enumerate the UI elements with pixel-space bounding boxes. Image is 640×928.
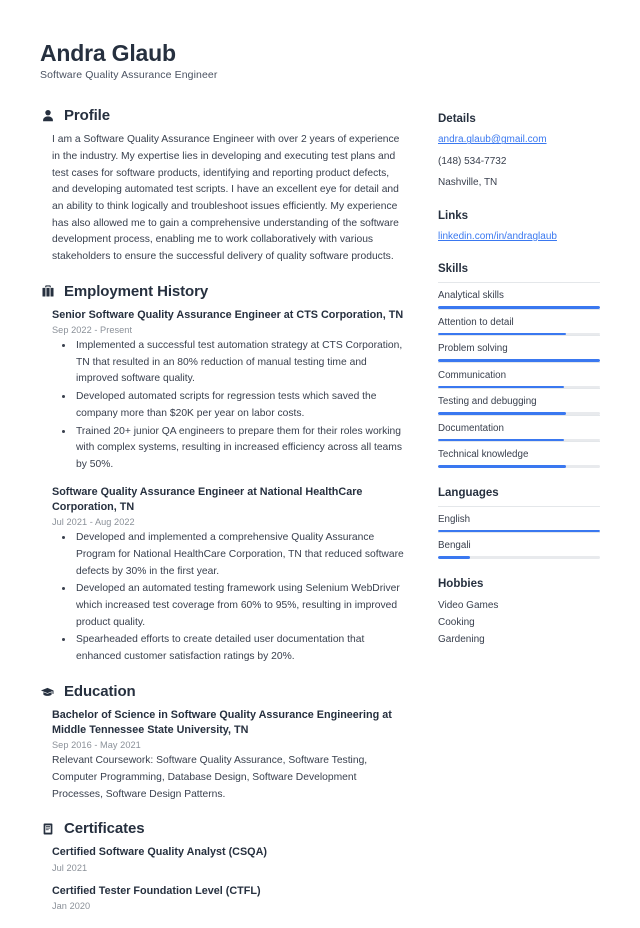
sidebar-details-title: Details [438,113,476,126]
main-column: Profile I am a Software Quality Assuranc… [40,107,408,927]
candidate-name: Andra Glaub [40,40,176,66]
section-employment-body: Senior Software Quality Assurance Engine… [40,308,408,666]
certificate-entry-date: Jan 2020 [52,900,91,911]
employment-entry: Software Quality Assurance Engineer at N… [52,485,408,666]
skill-label: Technical knowledge [438,441,600,465]
sidebar-skills: Skills Analytical skills Attention to de… [438,263,600,468]
section-profile-title: Profile [64,107,110,125]
phone-number: (148) 534-7732 [438,155,507,167]
skill-label: Communication [438,361,600,386]
list-item: Implemented a successful test automation… [74,338,408,388]
sidebar-links-title: Links [438,209,469,222]
sidebar-skills-title: Skills [438,263,469,276]
sidebar-hobbies: Hobbies Video Games Cooking Gardening [438,578,600,649]
certificate-entry-title: Certified Tester Foundation Level (CTFL) [52,884,261,897]
briefcase-icon [40,284,55,299]
candidate-job-title: Software Quality Assurance Engineer [40,69,218,82]
skill-item: Communication [438,361,600,389]
section-profile: Profile I am a Software Quality Assuranc… [40,107,408,265]
language-item: Bengali [438,532,600,559]
section-education: Education Bachelor of Science in Softwar… [40,683,408,804]
section-education-body: Bachelor of Science in Software Quality … [40,708,408,804]
list-item: Spearheaded efforts to create detailed u… [74,632,408,665]
skill-meter [438,359,600,362]
section-certificates-title: Certificates [64,820,145,838]
section-certificates-header: Certificates [40,820,408,837]
section-employment: Employment History Senior Software Quali… [40,283,408,666]
certificate-entry-title: Certified Software Quality Analyst (CSQA… [52,846,267,859]
section-profile-body: I am a Software Quality Assurance Engine… [40,132,408,265]
skill-meter [438,412,600,415]
language-meter [438,556,600,559]
linkedin-link[interactable]: linkedin.com/in/andraglaub [438,229,600,245]
language-meter-fill [438,556,471,559]
employment-entry-title: Senior Software Quality Assurance Engine… [52,308,404,321]
skill-label: Testing and debugging [438,388,600,412]
email-link[interactable]: andra.glaub@gmail.com [438,132,600,148]
sidebar-languages-title: Languages [438,486,499,499]
language-label: English [438,505,600,530]
skill-label: Attention to detail [438,308,600,333]
employment-entry-date: Jul 2021 - Aug 2022 [52,517,135,528]
education-entry-title: Bachelor of Science in Software Quality … [52,708,392,736]
graduation-cap-icon [40,684,55,699]
education-entry-date: Sep 2016 - May 2021 [52,740,141,751]
section-employment-title: Employment History [64,282,209,300]
resume-header: Andra Glaub Software Quality Assurance E… [40,40,600,81]
skill-item: Testing and debugging [438,388,600,415]
section-certificates-body: Certified Software Quality Analyst (CSQA… [40,845,408,911]
section-profile-header: Profile [40,107,408,124]
profile-text: I am a Software Quality Assurance Engine… [52,134,400,263]
sidebar-links: Links linkedin.com/in/andraglaub [438,210,600,245]
sidebar-column: Details andra.glaub@gmail.com (148) 534-… [438,107,600,667]
skill-label: Documentation [438,414,600,439]
employment-entry-bullets: Implemented a successful test automation… [52,338,408,473]
employment-entry-bullets: Developed and implemented a comprehensiv… [52,530,408,665]
resume-columns: Profile I am a Software Quality Assuranc… [40,107,600,927]
employment-entry-title: Software Quality Assurance Engineer at N… [52,485,363,513]
sidebar-hobbies-title: Hobbies [438,577,484,590]
section-employment-header: Employment History [40,283,408,300]
certificate-entry-date: Jul 2021 [52,862,88,873]
certificate-entry: Certified Tester Foundation Level (CTFL)… [52,884,408,911]
skill-meter [438,306,600,309]
user-icon [40,108,55,123]
sidebar-languages: Languages English Bengali [438,487,600,559]
employment-entry: Senior Software Quality Assurance Engine… [52,308,408,474]
location: Nashville, TN [438,177,498,189]
section-education-header: Education [40,683,408,700]
skill-meter-fill [438,306,600,309]
education-entry-description: Relevant Coursework: Software Quality As… [52,755,368,800]
education-entry: Bachelor of Science in Software Quality … [52,708,408,804]
section-certificates: Certificates Certified Software Quality … [40,820,408,911]
hobby-item: Gardening [438,634,485,646]
skill-item: Technical knowledge [438,441,600,468]
skill-item: Attention to detail [438,308,600,336]
list-item: Developed automated scripts for regressi… [74,389,408,422]
skill-item: Problem solving [438,335,600,362]
hobby-item: Video Games [438,599,499,611]
skill-item: Analytical skills [438,282,600,309]
skill-meter-fill [438,465,566,468]
skill-label: Problem solving [438,335,600,359]
list-item: Trained 20+ junior QA engineers to prepa… [74,424,408,474]
language-item: English [438,505,600,533]
section-education-title: Education [64,682,136,700]
clipboard-icon [40,821,55,836]
resume-page: Andra Glaub Software Quality Assurance E… [0,0,640,911]
skill-meter-fill [438,359,600,362]
skill-label: Analytical skills [438,282,600,306]
skill-meter-fill [438,412,566,415]
list-item: Developed and implemented a comprehensiv… [74,530,408,580]
sidebar-details: Details andra.glaub@gmail.com (148) 534-… [438,113,600,191]
skill-meter [438,465,600,468]
skill-item: Documentation [438,414,600,442]
hobby-item: Cooking [438,617,475,629]
list-item: Developed an automated testing framework… [74,581,408,631]
certificate-entry: Certified Software Quality Analyst (CSQA… [52,845,408,872]
employment-entry-date: Sep 2022 - Present [52,325,133,336]
language-label: Bengali [438,532,600,556]
